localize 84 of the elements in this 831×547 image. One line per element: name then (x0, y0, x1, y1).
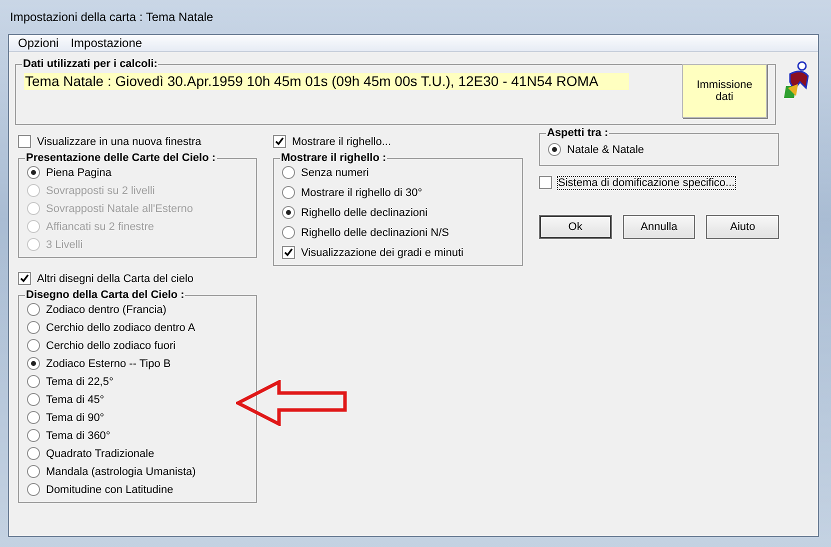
radio-option[interactable]: Tema di 360° (27, 429, 248, 442)
checkbox[interactable]: Mostrare il righello... (273, 135, 523, 148)
radio-option[interactable]: Tema di 45° (27, 393, 248, 406)
radio-label: Sovrapposti Natale all'Esterno (46, 202, 194, 214)
radio-button[interactable] (27, 375, 40, 388)
checkbox-label: Visualizzare in una nuova finestra (37, 136, 202, 148)
radio-button[interactable] (27, 303, 40, 316)
radio-label: Quadrato Tradizionale (46, 448, 154, 460)
checkbox-box[interactable] (18, 272, 31, 285)
group-title: Dati utilizzati per i calcoli: (22, 58, 158, 70)
radio-option[interactable]: Cerchio dello zodiaco fuori (27, 339, 248, 352)
checkbox[interactable]: Altri disegni della Carta del cielo (18, 272, 257, 285)
menu-item[interactable]: Impostazione (66, 35, 148, 51)
radio-label: Senza numeri (301, 166, 369, 178)
radio-option[interactable]: Cerchio dello zodiaco dentro A (27, 321, 248, 334)
group-title: Aspetti tra : (546, 127, 610, 139)
radio-option[interactable]: Tema di 22,5° (27, 375, 248, 388)
radio-label: Sovrapposti su 2 livelli (46, 184, 155, 196)
radio-button[interactable] (27, 393, 40, 406)
radio-option[interactable]: Zodiaco dentro (Francia) (27, 303, 248, 316)
radio-label: Piena Pagina (46, 166, 112, 178)
radio-option[interactable]: Senza numeri (282, 166, 514, 179)
radio-button[interactable] (548, 143, 561, 156)
radio-button[interactable] (27, 447, 40, 460)
radio-option[interactable]: Piena Pagina (27, 166, 248, 179)
radio-label: Affiancati su 2 finestre (46, 220, 154, 232)
radio-label: Tema di 90° (46, 412, 104, 424)
radio-option[interactable]: Domitudine con Latitudine (27, 483, 248, 496)
radio-option[interactable]: Righello delle declinazioni N/S (282, 226, 514, 239)
radio-label: Tema di 45° (46, 394, 104, 406)
radio-label: Cerchio dello zodiaco fuori (46, 340, 176, 352)
radio-label: Cerchio dello zodiaco dentro A (46, 322, 196, 334)
radio-button[interactable] (27, 429, 40, 442)
checkbox-box[interactable] (273, 135, 286, 148)
radio-label: Righello delle declinazioni N/S (301, 226, 449, 238)
radio-label: 3 Livelli (46, 238, 83, 250)
checkbox-label: Visualizzazione dei gradi e minuti (301, 246, 464, 258)
radio-label: Natale & Natale (567, 144, 644, 156)
chart-data-field: Tema Natale : Giovedì 30.Apr.1959 10h 45m 01s (09h 45m 00s T.U.), 12E30 - 41N54 ROMA (24, 73, 629, 90)
menu-item[interactable]: Opzioni (13, 35, 64, 51)
radio-option[interactable]: Mostrare il righello di 30° (282, 186, 514, 199)
radio-button[interactable] (27, 321, 40, 334)
group-title: Mostrare il righello : (280, 152, 388, 164)
radio-button[interactable] (282, 226, 295, 239)
checkbox-box[interactable] (539, 176, 552, 189)
radio-label: Tema di 22,5° (46, 376, 114, 388)
radio-button[interactable] (282, 186, 295, 199)
radio-button[interactable] (282, 166, 295, 179)
group-title: Presentazione delle Carte del Cielo : (25, 152, 217, 164)
checkbox-box[interactable] (18, 135, 31, 148)
group-title: Disegno della Carta del Cielo : (25, 289, 186, 301)
radio-label: Domitudine con Latitudine (46, 484, 174, 496)
radio-button[interactable] (27, 465, 40, 478)
radio-option[interactable]: Zodiaco Esterno -- Tipo B (27, 357, 248, 370)
radio-label: Zodiaco Esterno -- Tipo B (46, 358, 171, 370)
radio-button[interactable] (27, 483, 40, 496)
checkbox-label: Mostrare il righello... (292, 136, 392, 148)
radio-button[interactable] (282, 206, 295, 219)
radio-label: Zodiaco dentro (Francia) (46, 304, 166, 316)
dialog-button[interactable]: Annulla (622, 215, 696, 239)
dialog-button[interactable]: Ok (539, 215, 612, 239)
checkbox[interactable]: Visualizzazione dei gradi e minuti (282, 246, 514, 259)
checkbox[interactable]: Visualizzare in una nuova finestra (18, 135, 257, 148)
radio-label: Righello delle declinazioni (301, 206, 428, 218)
radio-button[interactable] (27, 411, 40, 424)
radio-option[interactable]: Tema di 90° (27, 411, 248, 424)
radio-button[interactable] (27, 357, 40, 370)
radio-button[interactable] (27, 339, 40, 352)
radio-label: Tema di 360° (46, 430, 110, 442)
radio-label: Mostrare il righello di 30° (301, 186, 422, 198)
window-title: Impostazioni della carta : Tema Natale (10, 10, 214, 24)
arrow-icon (236, 380, 348, 426)
radio-option[interactable]: Natale & Natale (548, 143, 770, 156)
checkbox-label: Altri disegni della Carta del cielo (37, 272, 194, 284)
radio-option[interactable]: Quadrato Tradizionale (27, 447, 248, 460)
radio-label: Mandala (astrologia Umanista) (46, 466, 196, 478)
dialog-button[interactable]: Aiuto (706, 215, 780, 239)
radio-option[interactable]: Righello delle declinazioni (282, 206, 514, 219)
checkbox-label: Sistema di domificazione specifico... (558, 176, 735, 188)
radio-button[interactable] (27, 166, 40, 179)
radio-option[interactable]: Mandala (astrologia Umanista) (27, 465, 248, 478)
checkbox-box[interactable] (282, 246, 295, 259)
data-entry-button[interactable]: Immissione dati (682, 64, 767, 118)
checkbox[interactable]: Sistema di domificazione specifico... (539, 176, 779, 189)
